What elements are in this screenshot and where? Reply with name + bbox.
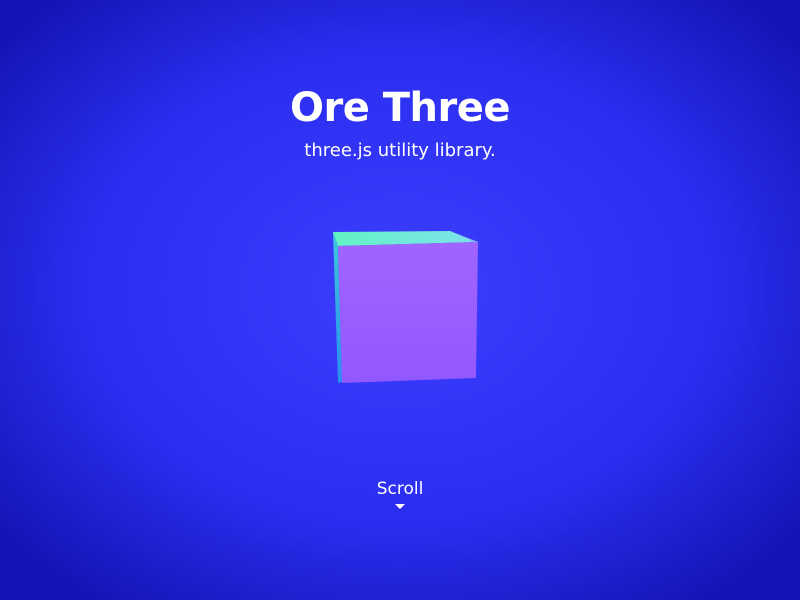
cube-front-face (338, 242, 478, 383)
rotating-cube-canvas (333, 231, 478, 383)
page-subtitle: three.js utility library. (304, 140, 496, 161)
scroll-label: Scroll (376, 479, 424, 499)
scroll-indicator[interactable]: Scroll (350, 476, 450, 516)
hero-section: Ore Three three.js utility library. Scro… (0, 0, 800, 600)
caret-down-icon (395, 504, 405, 509)
page-title: Ore Three (289, 85, 511, 131)
